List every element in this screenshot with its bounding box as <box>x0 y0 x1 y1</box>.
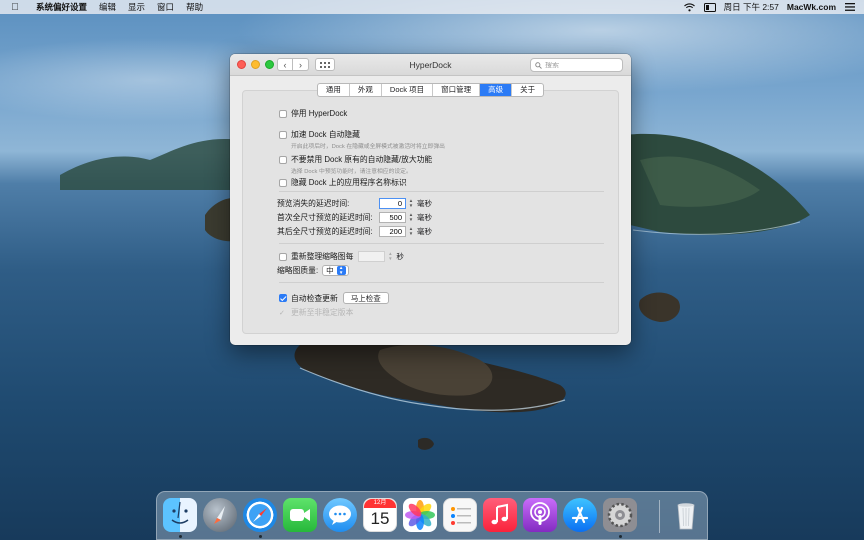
clock[interactable]: 周日 下午 2:57 <box>724 1 779 13</box>
quality-row: 缩略图质量: 中 ▲ ▼ <box>277 265 349 276</box>
refresh-input[interactable] <box>358 251 386 262</box>
running-indicator <box>259 535 262 538</box>
hide-names-checkbox[interactable] <box>279 178 287 187</box>
checkmark-icon: ✓ <box>279 309 285 317</box>
refresh-row[interactable]: 重新整理缩略图每 ▲ ▼ 秒 <box>279 251 404 262</box>
chevron-down-icon: ▼ <box>408 230 414 236</box>
delay-label: 其后全尺寸预览的延迟时间: <box>277 227 373 236</box>
podcasts-icon[interactable] <box>523 498 557 532</box>
disable-checkbox[interactable] <box>279 109 287 118</box>
tab-about[interactable]: 关于 <box>512 84 543 96</box>
check-now-button[interactable]: 马上检查 <box>342 292 389 304</box>
divider <box>279 243 604 244</box>
title-bar[interactable]: ‹ › HyperDock <box>230 54 631 76</box>
delay-input[interactable] <box>379 212 406 223</box>
chevron-down-icon: ▼ <box>408 216 414 222</box>
wifi-icon[interactable] <box>684 2 696 12</box>
beta-row: ✓ 更新至非稳定版本 <box>279 307 353 318</box>
site-label: MacWk.com <box>786 2 836 12</box>
menu-extras-icon[interactable] <box>703 2 716 12</box>
hide-names-row[interactable]: 隐藏 Dock 上的应用程序名称标识 <box>279 177 407 188</box>
menu-window[interactable]: 窗口 <box>151 1 180 13</box>
auto-update-row[interactable]: 自动检查更新 马上检查 <box>279 292 389 304</box>
delay-unit: 毫秒 <box>417 213 432 222</box>
refresh-checkbox[interactable] <box>279 252 287 261</box>
search-box[interactable] <box>530 58 623 72</box>
calendar-icon[interactable]: 12月 15 <box>363 498 397 532</box>
apple-menu-icon[interactable]:  <box>0 2 30 13</box>
menu-bar:  系统偏好设置 编辑 显示 窗口 帮助 周日 下午 2:57 MacWk.co… <box>0 0 864 14</box>
delay-stepper[interactable]: ▲ ▼ <box>408 226 414 237</box>
delay-stepper[interactable]: ▲ ▼ <box>408 198 414 209</box>
disable-label: 停用 HyperDock <box>291 109 348 118</box>
tab-advanced[interactable]: 高级 <box>480 84 513 96</box>
photos-icon[interactable] <box>403 498 437 532</box>
updown-arrows-icon: ▲ ▼ <box>336 265 346 275</box>
safari-icon[interactable] <box>243 498 277 532</box>
no-disable-checkbox[interactable] <box>279 155 287 164</box>
search-input[interactable] <box>545 61 615 69</box>
no-disable-row[interactable]: 不要禁用 Dock 原有的自动隐藏/放大功能 <box>279 154 432 165</box>
delay-unit: 毫秒 <box>417 227 432 236</box>
menu-app-name[interactable]: 系统偏好设置 <box>30 1 93 13</box>
messages-icon[interactable] <box>323 498 357 532</box>
calendar-month: 12月 <box>364 499 396 508</box>
accelerate-row[interactable]: 加速 Dock 自动隐藏 <box>279 129 360 140</box>
calendar-day: 15 <box>370 509 390 528</box>
trash-icon[interactable] <box>669 498 703 532</box>
menu-edit[interactable]: 编辑 <box>93 1 122 13</box>
chevron-down-icon: ▼ <box>408 202 414 208</box>
delay-input[interactable] <box>379 198 406 209</box>
auto-update-checkbox[interactable] <box>279 294 287 302</box>
tab-general[interactable]: 通用 <box>318 84 350 96</box>
refresh-label: 重新整理缩略图每 <box>291 252 354 261</box>
app-store-icon[interactable] <box>563 498 597 532</box>
auto-update-label: 自动检查更新 <box>291 293 338 303</box>
accelerate-hint: 开启此项后时，Dock 在隐藏或全屏模式被激活时将立即弹出 <box>291 144 445 150</box>
chevron-down-icon: ▼ <box>388 255 393 261</box>
finder-icon[interactable] <box>163 498 197 532</box>
delay-row: 预览消失的延迟时间: ▲▼ 毫秒 <box>277 198 432 209</box>
accelerate-checkbox[interactable] <box>279 130 287 139</box>
notification-center-icon[interactable] <box>844 2 856 12</box>
divider <box>279 191 604 192</box>
tab-bar: 通用 外观 Dock 项目 窗口管理 高级 关于 <box>230 83 631 97</box>
delay-stepper[interactable]: ▲ ▼ <box>408 212 414 223</box>
divider <box>279 282 604 283</box>
delay-row: 首次全尺寸预览的延迟时间: ▲▼ 毫秒 <box>277 212 432 223</box>
refresh-unit: 秒 <box>396 252 404 261</box>
dock-separator <box>659 500 660 533</box>
tab-window-management[interactable]: 窗口管理 <box>433 84 481 96</box>
running-indicator <box>619 535 622 538</box>
search-icon <box>535 61 542 69</box>
dock: 12月 15 <box>156 491 708 540</box>
launchpad-icon[interactable] <box>203 498 237 532</box>
settings-panel: 停用 HyperDock 加速 Dock 自动隐藏 开启此项后时，Dock 在隐… <box>242 90 619 334</box>
running-indicator <box>179 535 182 538</box>
hide-names-label: 隐藏 Dock 上的应用程序名称标识 <box>291 178 407 187</box>
system-preferences-icon[interactable] <box>603 498 637 532</box>
delay-label: 预览消失的延迟时间: <box>277 199 350 208</box>
hyperdock-window: ‹ › HyperDock 停用 HyperDock 加速 Dock 自动隐藏 … <box>230 54 631 345</box>
quality-label: 缩略图质量: <box>277 266 319 275</box>
tab-dock-items[interactable]: Dock 项目 <box>382 84 434 96</box>
facetime-icon[interactable] <box>283 498 317 532</box>
accelerate-label: 加速 Dock 自动隐藏 <box>291 130 360 139</box>
no-disable-label: 不要禁用 Dock 原有的自动隐藏/放大功能 <box>291 155 433 164</box>
delay-input[interactable] <box>379 226 406 237</box>
menu-view[interactable]: 显示 <box>122 1 151 13</box>
tab-appearance[interactable]: 外观 <box>350 84 382 96</box>
delay-row: 其后全尺寸预览的延迟时间: ▲▼ 毫秒 <box>277 226 432 237</box>
beta-label: 更新至非稳定版本 <box>291 308 354 317</box>
quality-select[interactable]: 中 ▲ ▼ <box>322 265 349 276</box>
menu-help[interactable]: 帮助 <box>180 1 209 13</box>
no-disable-hint: 选择 Dock 中预览功能时，请注意相应的设定。 <box>291 169 412 175</box>
delay-unit: 毫秒 <box>417 199 432 208</box>
reminders-icon[interactable] <box>443 498 477 532</box>
music-icon[interactable] <box>483 498 517 532</box>
disable-row[interactable]: 停用 HyperDock <box>279 108 347 119</box>
delay-label: 首次全尺寸预览的延迟时间: <box>277 213 373 222</box>
quality-value: 中 <box>326 266 334 275</box>
refresh-stepper[interactable]: ▲ ▼ <box>387 251 393 262</box>
